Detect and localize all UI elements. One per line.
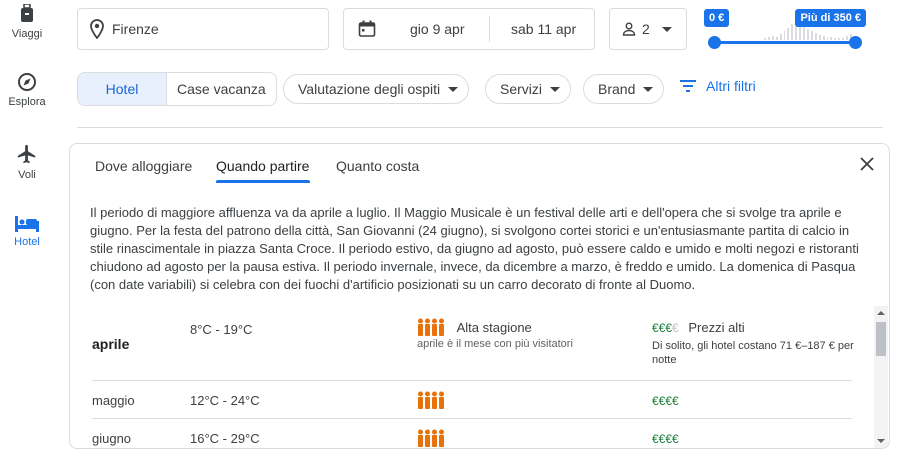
crowd-people-icon [417, 429, 447, 447]
location-pin-icon [90, 19, 104, 39]
destination-info-card: Dove alloggiare Quando partire Quanto co… [69, 143, 890, 449]
chevron-down-icon [643, 86, 654, 92]
crowd-level [417, 429, 447, 447]
brand-filter[interactable]: Brand [583, 74, 665, 104]
price-euros-filled: €€€€ [652, 432, 679, 446]
airplane-icon [17, 144, 36, 164]
more-filters-button[interactable]: Altri filtri [680, 78, 756, 94]
guests-selector[interactable]: 2 [609, 8, 687, 50]
scroll-down-icon[interactable] [877, 439, 885, 443]
close-icon [860, 157, 874, 171]
price-track [714, 41, 856, 44]
price-min-handle[interactable] [708, 36, 721, 49]
more-filters-label: Altri filtri [706, 78, 756, 94]
price-subtitle: Di solito, gli hotel costano 71 €–187 € … [652, 340, 854, 366]
nav-label-esplora: Esplora [8, 96, 46, 108]
price-level: €€€€ [652, 431, 872, 446]
tab-how-much[interactable]: Quanto costa [336, 158, 419, 174]
season-description: Il periodo di maggiore affluenza va da a… [90, 205, 859, 292]
price-max-label: Più di 350 € [795, 9, 866, 27]
left-nav: Viaggi Esplora Voli Hotel [0, 0, 54, 461]
price-title: Prezzi alti [688, 320, 745, 335]
checkin-date[interactable]: gio 9 apr [410, 21, 464, 37]
nav-label-voli: Voli [18, 169, 36, 181]
bed-icon [15, 216, 39, 232]
season-subtitle: aprile è il mese con più visitatori [417, 338, 573, 350]
scroll-up-icon[interactable] [877, 311, 885, 315]
table-scrollbar[interactable] [874, 306, 888, 448]
date-divider [489, 16, 490, 42]
table-row: maggio 12°C - 24°C €€€€ [92, 381, 852, 419]
brand-label: Brand [598, 81, 636, 97]
checkout-date[interactable]: sab 11 apr [511, 21, 576, 37]
nav-label-viaggi: Viaggi [11, 28, 43, 40]
table-row: aprile 8°C - 19°C Alta stagione aprile è… [92, 306, 854, 381]
crowd-level: Alta stagione aprile è il mese con più v… [417, 318, 573, 350]
nav-label-hotel: Hotel [14, 236, 40, 248]
price-euros-empty: € [672, 321, 679, 335]
chevron-down-icon [550, 86, 561, 92]
month-name: maggio [92, 393, 135, 408]
location-input[interactable]: Firenze [77, 8, 329, 50]
table-row: giugno 16°C - 29°C €€€€ [92, 419, 852, 448]
services-filter[interactable]: Servizi [485, 74, 572, 104]
calendar-icon [358, 20, 376, 37]
month-name: giugno [92, 431, 132, 446]
nav-item-viaggi[interactable]: Viaggi [0, 4, 54, 40]
seasonality-table: aprile 8°C - 19°C Alta stagione aprile è… [92, 306, 854, 448]
services-label: Servizi [500, 81, 543, 97]
crowd-level [417, 391, 447, 409]
price-level: €€€€ Prezzi alti Di solito, gli hotel co… [652, 320, 872, 367]
nav-item-hotel[interactable]: Hotel [0, 216, 54, 248]
segment-vacation-rentals[interactable]: Case vacanza [167, 73, 276, 105]
nav-item-esplora[interactable]: Esplora [0, 72, 54, 108]
price-level: €€€€ [652, 393, 872, 408]
tab-where-to-stay[interactable]: Dove alloggiare [95, 158, 192, 174]
temperature-range: 12°C - 24°C [190, 393, 260, 408]
price-euros-filled: €€€ [652, 321, 673, 335]
person-icon [622, 22, 636, 36]
filter-lines-icon [680, 80, 696, 92]
nav-item-voli[interactable]: Voli [0, 143, 54, 181]
price-min-label: 0 € [704, 9, 730, 27]
chevron-down-icon [661, 26, 672, 32]
temperature-range: 16°C - 29°C [190, 431, 260, 446]
price-euros-filled: €€€€ [652, 394, 679, 408]
section-divider [77, 127, 883, 128]
guest-rating-filter[interactable]: Valutazione degli ospiti [283, 74, 470, 104]
price-max-handle[interactable] [849, 36, 862, 49]
tab-when-to-go[interactable]: Quando partire [216, 158, 309, 174]
guest-rating-label: Valutazione degli ospiti [298, 81, 441, 97]
active-tab-indicator [216, 180, 310, 183]
temperature-range: 8°C - 19°C [190, 322, 253, 337]
chevron-down-icon [448, 86, 459, 92]
month-name: aprile [92, 336, 130, 352]
date-picker[interactable]: gio 9 apr sab 11 apr [343, 8, 595, 50]
compass-icon [18, 73, 36, 91]
location-value: Firenze [112, 21, 159, 37]
crowd-people-icon [417, 318, 447, 336]
accommodation-type-toggle: Hotel Case vacanza [77, 72, 277, 106]
guests-count: 2 [642, 21, 650, 37]
segment-hotel[interactable]: Hotel [78, 73, 167, 105]
scroll-thumb[interactable] [876, 322, 886, 356]
price-range-slider[interactable]: 0 € Più di 350 € [704, 8, 866, 52]
suitcase-icon [21, 4, 33, 22]
crowd-people-icon [417, 391, 447, 409]
season-title: Alta stagione [456, 319, 532, 335]
close-button[interactable] [857, 154, 877, 174]
